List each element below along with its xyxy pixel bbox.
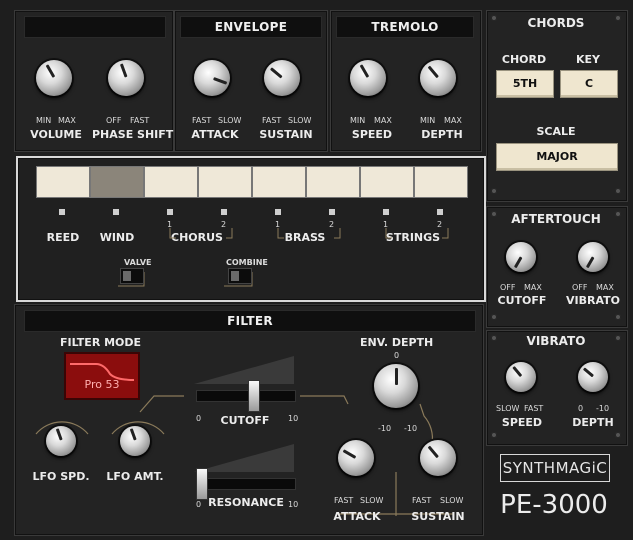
model-name: PE-3000: [500, 490, 608, 520]
cutoff-slider-handle[interactable]: [248, 380, 260, 412]
lfo-amount-label: LFO AMT.: [106, 470, 164, 483]
lfo-speed-knob[interactable]: [40, 420, 82, 462]
envelope-attack-label: ATTACK: [191, 128, 239, 141]
env-depth-zero: 0: [394, 351, 400, 360]
vibrato-depth-max: -10: [596, 404, 610, 413]
tremolo-speed-knob[interactable]: [344, 54, 392, 102]
phase-shift-knob[interactable]: [102, 54, 150, 102]
screw-icon: [615, 432, 621, 438]
aftertouch-cutoff-max: MAX: [524, 283, 542, 292]
vibrato-depth-knob[interactable]: [572, 356, 614, 398]
phase-shift-min: OFF: [106, 116, 122, 125]
envelope-sustain-knob[interactable]: [258, 54, 306, 102]
filter-attack-knob[interactable]: [332, 434, 380, 482]
cutoff-ramp: [194, 356, 294, 384]
valve-switch[interactable]: [120, 268, 144, 284]
vibrato-speed-knob[interactable]: [500, 356, 542, 398]
valve-label: VALVE: [124, 258, 152, 267]
screw-icon: [491, 314, 497, 320]
tremolo-speed-min: MIN: [350, 116, 366, 125]
volume-max: MAX: [58, 116, 76, 125]
aftertouch-title: AFTERTOUCH: [511, 212, 601, 226]
cutoff-max: 10: [288, 414, 299, 423]
tremolo-depth-min: MIN: [420, 116, 436, 125]
cutoff-min: 0: [196, 414, 202, 423]
volume-knob[interactable]: [30, 54, 78, 102]
env-depth-label: ENV. DEPTH: [360, 336, 434, 349]
screw-icon: [615, 188, 621, 194]
aftertouch-vibrato-max: MAX: [596, 283, 614, 292]
chord-selector[interactable]: 5TH: [496, 70, 554, 98]
envelope-attack-max: SLOW: [218, 116, 242, 125]
filter-sustain-knob[interactable]: [414, 434, 462, 482]
key-label: KEY: [575, 53, 600, 66]
lfo-speed-label: LFO SPD.: [32, 470, 90, 483]
vibrato-speed-max: FAST: [524, 404, 544, 413]
envelope-header: ENVELOPE: [180, 16, 322, 38]
screw-icon: [491, 432, 497, 438]
aftertouch-vibrato-knob[interactable]: [572, 236, 614, 278]
combine-label: COMBINE: [226, 258, 268, 267]
resonance-ramp: [194, 444, 294, 472]
phase-shift-max: FAST: [130, 116, 150, 125]
chord-label: CHORD: [501, 53, 547, 66]
chords-panel: [486, 10, 628, 202]
filter-attack-min: FAST: [334, 496, 354, 505]
filter-attack-label: ATTACK: [333, 510, 381, 523]
screw-icon: [615, 314, 621, 320]
screw-icon: [491, 188, 497, 194]
resonance-slider-track[interactable]: [196, 478, 296, 490]
tremolo-speed-max: MAX: [374, 116, 392, 125]
envelope-sustain-max: SLOW: [288, 116, 312, 125]
tremolo-header: TREMOLO: [336, 16, 474, 38]
chords-title: CHORDS: [527, 16, 585, 30]
envelope-sustain-min: FAST: [262, 116, 282, 125]
cutoff-label: CUTOFF: [220, 414, 270, 427]
filter-attack-max: SLOW: [360, 496, 384, 505]
vibrato-depth-min: 0: [578, 404, 584, 413]
envelope-attack-min: FAST: [192, 116, 212, 125]
cutoff-slider-track[interactable]: [196, 390, 296, 402]
volume-min: MIN: [36, 116, 52, 125]
aftertouch-vibrato-label: VIBRATO: [566, 294, 620, 307]
vibrato-depth-label: DEPTH: [572, 416, 614, 429]
tremolo-depth-label: DEPTH: [421, 128, 463, 141]
vibrato-speed-min: SLOW: [496, 404, 520, 413]
scale-selector[interactable]: MAJOR: [496, 143, 618, 171]
scale-label: SCALE: [536, 125, 576, 138]
filter-sustain-label: SUSTAIN: [411, 510, 465, 523]
aftertouch-vibrato-min: OFF: [572, 283, 588, 292]
key-selector[interactable]: C: [560, 70, 618, 98]
brand-logo: SYNTHMAGiC: [500, 454, 610, 482]
tremolo-depth-max: MAX: [444, 116, 462, 125]
phase-shift-label: PHASE SHIFT: [92, 128, 174, 141]
lfo-amount-knob[interactable]: [114, 420, 156, 462]
resonance-max: 10: [288, 500, 299, 509]
env-depth-max: -10: [404, 424, 418, 433]
master-header: [24, 16, 166, 38]
aftertouch-cutoff-min: OFF: [500, 283, 516, 292]
filter-sustain-max: SLOW: [440, 496, 464, 505]
aftertouch-cutoff-knob[interactable]: [500, 236, 542, 278]
combine-switch[interactable]: [228, 268, 252, 284]
env-depth-min: -10: [378, 424, 392, 433]
synth-plugin-window: MIN MAX VOLUME OFF FAST PHASE SHIFT ENVE…: [0, 0, 633, 540]
vibrato-speed-label: SPEED: [501, 416, 543, 429]
env-depth-knob[interactable]: [368, 358, 424, 414]
aftertouch-cutoff-label: CUTOFF: [497, 294, 547, 307]
volume-label: VOLUME: [30, 128, 82, 141]
resonance-min: 0: [196, 500, 202, 509]
tremolo-speed-label: SPEED: [351, 128, 393, 141]
envelope-attack-knob[interactable]: [188, 54, 236, 102]
resonance-label: RESONANCE: [208, 496, 284, 509]
filter-sustain-min: FAST: [412, 496, 432, 505]
vibrato-title: VIBRATO: [526, 334, 586, 348]
envelope-sustain-label: SUSTAIN: [259, 128, 313, 141]
tremolo-depth-knob[interactable]: [414, 54, 462, 102]
